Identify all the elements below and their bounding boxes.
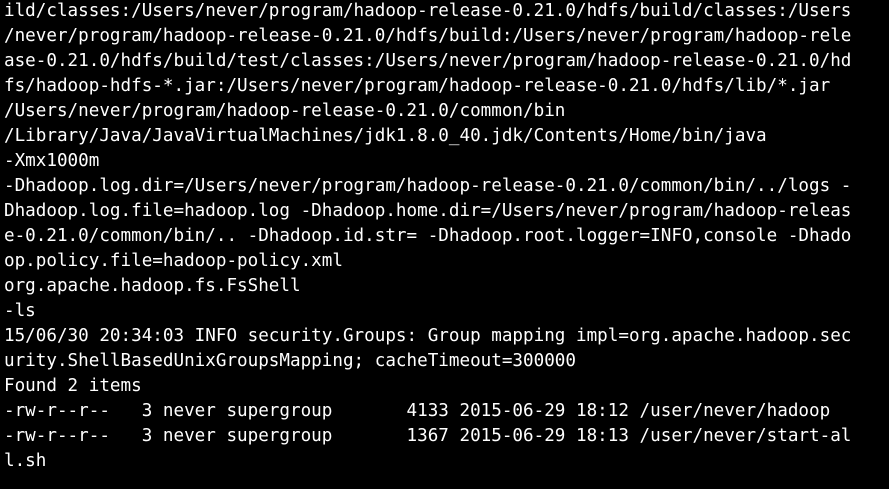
terminal-line: Found 2 items (4, 376, 142, 396)
terminal-line: -ls (4, 301, 36, 321)
terminal-line: 15/06/30 20:34:03 INFO security.Groups: … (4, 326, 852, 346)
terminal-window[interactable]: ild/classes:/Users/never/program/hadoop-… (0, 0, 889, 488)
listing-row: -rw-r--r-- 3 never supergroup 1367 2015-… (4, 426, 852, 446)
terminal-line: /Users/never/program/hadoop-release-0.21… (4, 101, 566, 121)
terminal-line: fs/hadoop-hdfs-*.jar:/Users/never/progra… (4, 76, 831, 96)
terminal-line: Dhadoop.log.file=hadoop.log -Dhadoop.hom… (4, 201, 852, 221)
listing-row: -rw-r--r-- 3 never supergroup 4133 2015-… (4, 401, 831, 421)
terminal-line: org.apache.hadoop.fs.FsShell (4, 276, 301, 296)
terminal-line: ild/classes:/Users/never/program/hadoop-… (4, 1, 852, 21)
terminal-line: /Library/Java/JavaVirtualMachines/jdk1.8… (4, 126, 767, 146)
terminal-line: op.policy.file=hadoop-policy.xml (4, 251, 343, 271)
terminal-line: e-0.21.0/common/bin/.. -Dhadoop.id.str= … (4, 226, 852, 246)
terminal-line: /never/program/hadoop-release-0.21.0/hdf… (4, 26, 852, 46)
terminal-line: urity.ShellBasedUnixGroupsMapping; cache… (4, 351, 576, 371)
terminal-line: -Dhadoop.log.dir=/Users/never/program/ha… (4, 176, 852, 196)
terminal-line: l.sh (4, 451, 47, 471)
terminal-line: ase-0.21.0/hdfs/build/test/classes:/User… (4, 51, 852, 71)
terminal-line: -Xmx1000m (4, 151, 100, 171)
